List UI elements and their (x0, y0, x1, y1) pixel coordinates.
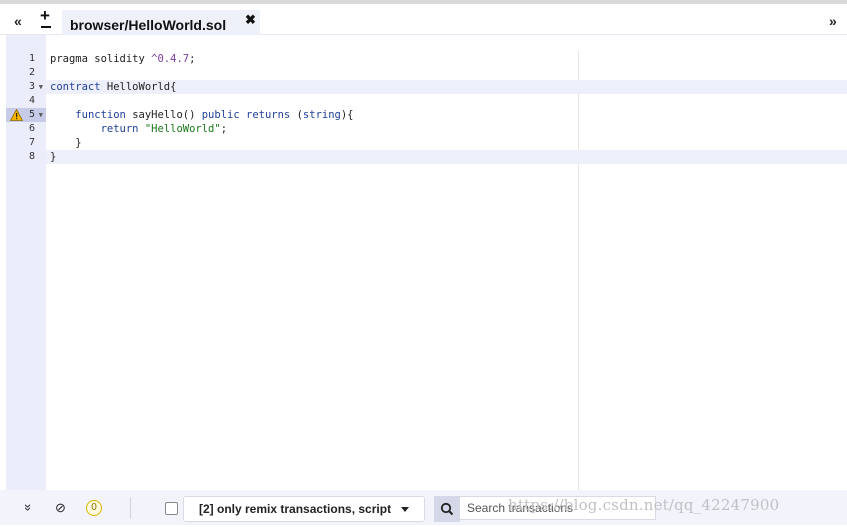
dropdown-label: [2] only remix transactions, script (199, 502, 392, 516)
line-number-gutter: 1 2 3 ▼ 4 5 ▼ 6 7 8 (6, 35, 46, 490)
code-area[interactable]: pragma solidity ^0.4.7; contract HelloWo… (46, 35, 847, 490)
search-transactions-input[interactable] (460, 496, 656, 520)
double-chevron-left-icon[interactable]: « (14, 13, 22, 29)
code-line-highlighted: } (46, 150, 847, 164)
tab-helloworld-sol[interactable]: browser/HelloWorld.sol ✖ (62, 10, 260, 38)
clear-console-icon[interactable]: ⊘ (55, 500, 66, 516)
line-number: 3 (28, 81, 35, 92)
search-icon (440, 502, 454, 516)
gutter-line: 7 (6, 136, 46, 150)
gutter-line: 8 (6, 150, 46, 164)
gutter-line: 1 (6, 52, 46, 66)
tab-label: browser/HelloWorld.sol (70, 17, 227, 33)
terminal-toolbar: » ⊘ 0 [2] only remix transactions, scrip… (0, 490, 847, 525)
caret-down-icon (401, 507, 409, 512)
code-editor[interactable]: 1 2 3 ▼ 4 5 ▼ 6 7 8 pragma solidity ^0.4.7… (6, 35, 847, 490)
minus-icon (41, 26, 51, 28)
double-chevron-right-icon[interactable]: » (829, 13, 837, 29)
code-line-highlighted: contract HelloWorld{ (46, 80, 847, 94)
gutter-line: 3 ▼ (6, 80, 46, 94)
code-line: } (50, 137, 82, 149)
line-number: 6 (28, 123, 35, 134)
line-number: 4 (28, 95, 35, 106)
close-icon[interactable]: ✖ (245, 12, 256, 28)
gutter-line-warning: 5 ▼ (6, 108, 46, 122)
gutter-line: 4 (6, 94, 46, 108)
code-line: return "HelloWorld"; (100, 123, 228, 135)
gutter-line: 6 (6, 122, 46, 136)
warning-icon[interactable] (10, 109, 23, 121)
code-line: function sayHello() public returns (stri… (75, 109, 354, 121)
transaction-filter-dropdown[interactable]: [2] only remix transactions, script (183, 496, 425, 522)
line-number: 7 (28, 137, 35, 148)
search-button[interactable] (434, 496, 460, 522)
editor-tab-bar: « + browser/HelloWorld.sol ✖ » (0, 4, 847, 38)
plus-icon: + (40, 6, 50, 25)
line-number: 5 (28, 109, 35, 120)
fold-arrow-icon[interactable]: ▼ (39, 108, 43, 122)
pending-transactions-badge[interactable]: 0 (86, 500, 102, 516)
line-number: 8 (28, 151, 35, 162)
collapse-terminal-icon[interactable]: » (21, 504, 36, 511)
code-line: pragma solidity ^0.4.7; (50, 53, 196, 65)
toolbar-divider (130, 497, 131, 519)
line-number: 2 (28, 67, 35, 78)
line-number: 1 (28, 53, 35, 64)
fold-arrow-icon[interactable]: ▼ (39, 80, 43, 94)
plus-minus-icon[interactable]: + (40, 6, 52, 34)
gutter-line: 2 (6, 66, 46, 80)
listen-network-checkbox[interactable] (165, 502, 178, 515)
